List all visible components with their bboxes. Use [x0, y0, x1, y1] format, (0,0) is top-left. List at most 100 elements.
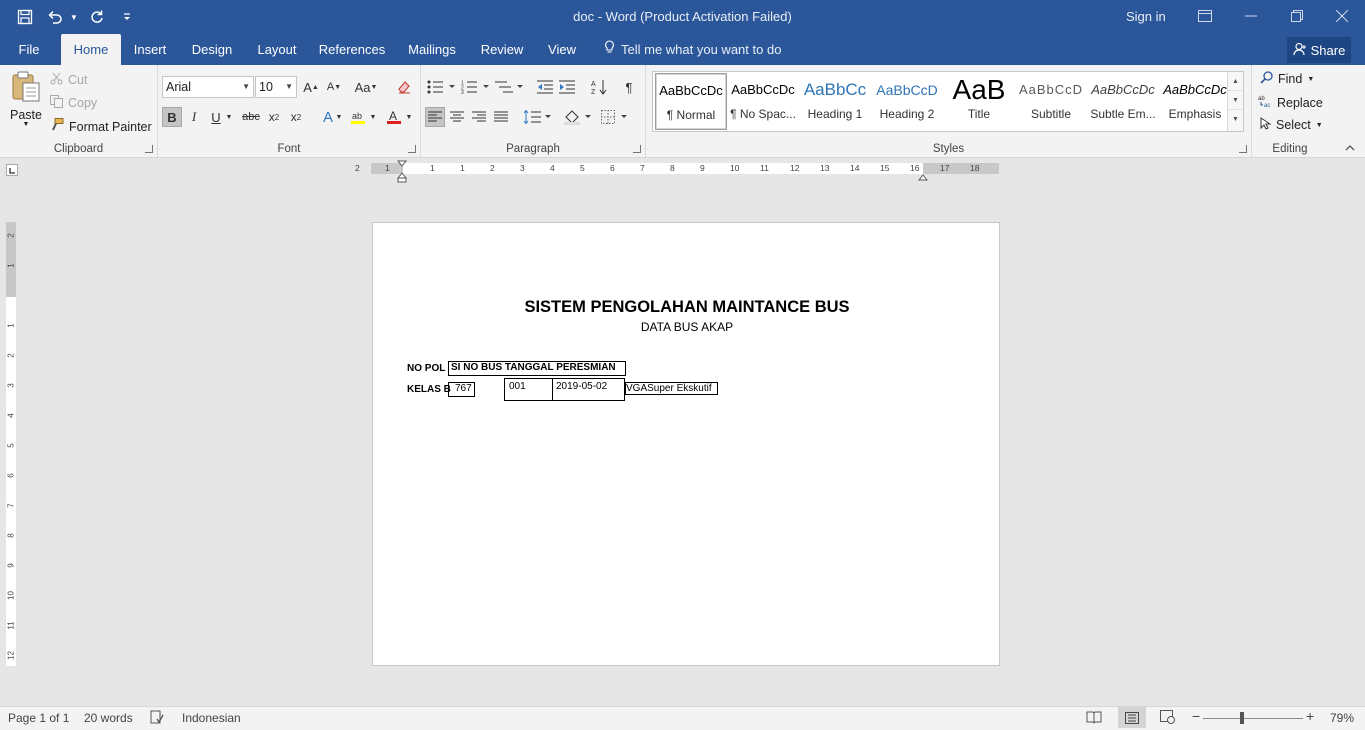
numbering-icon[interactable]: 123: [461, 77, 491, 97]
paste-label: Paste: [10, 108, 42, 122]
document-page[interactable]: SISTEM PENGOLAHAN MAINTANCE BUS DATA BUS…: [372, 222, 1000, 666]
field-nopol[interactable]: 767: [448, 382, 475, 397]
paste-dropdown-icon[interactable]: ▼: [23, 121, 30, 128]
bold-icon[interactable]: B: [162, 107, 182, 127]
zoom-out-icon[interactable]: −: [1192, 708, 1200, 724]
gallery-scroll-down-icon[interactable]: ▼: [1228, 91, 1243, 110]
share-button[interactable]: Share: [1287, 37, 1351, 63]
clipboard-launcher-icon[interactable]: [145, 145, 153, 153]
multilevel-list-icon[interactable]: [495, 77, 525, 97]
sort-icon[interactable]: AZ: [589, 77, 609, 97]
show-formatting-marks-icon[interactable]: ¶: [619, 77, 639, 97]
tab-insert[interactable]: Insert: [127, 34, 173, 65]
increase-indent-icon[interactable]: [557, 77, 577, 97]
tab-references[interactable]: References: [316, 34, 388, 65]
underline-icon[interactable]: U: [206, 107, 226, 127]
restore-icon[interactable]: [1274, 0, 1320, 32]
font-size-select[interactable]: 10 ▼: [255, 76, 297, 98]
web-layout-icon[interactable]: [1160, 710, 1176, 727]
ruler-number: 6: [610, 163, 615, 173]
tab-selector-icon[interactable]: [6, 164, 18, 176]
font-color-dropdown-icon[interactable]: ▼: [404, 107, 414, 127]
vertical-ruler[interactable]: 2 1 1 2 3 4 5 6 7 8 9 10 11 12: [6, 222, 16, 666]
zoom-slider-thumb[interactable]: [1240, 712, 1244, 724]
gallery-scroll-up-icon[interactable]: ▲: [1228, 72, 1243, 91]
grow-font-icon[interactable]: A ▲: [301, 77, 321, 97]
gallery-more-icon[interactable]: ▼: [1228, 110, 1243, 129]
header-field-box[interactable]: SI NO BUS TANGGAL PERESMIAN: [448, 361, 626, 376]
style-subtitle[interactable]: AaBbCcD Subtitle: [1015, 73, 1087, 130]
style-normal[interactable]: AaBbCcDc ¶ Normal: [655, 73, 727, 130]
cut-button[interactable]: Cut: [50, 72, 87, 88]
align-right-icon[interactable]: [469, 107, 489, 127]
proofing-icon[interactable]: [150, 710, 164, 727]
select-button[interactable]: Select ▼: [1260, 117, 1323, 133]
shrink-font-icon[interactable]: A ▼: [324, 77, 344, 97]
font-launcher-icon[interactable]: [408, 145, 416, 153]
collapse-ribbon-icon[interactable]: [1345, 143, 1355, 154]
tab-mailings[interactable]: Mailings: [402, 34, 462, 65]
text-effects-dropdown-icon[interactable]: ▼: [334, 107, 344, 127]
style-preview: AaBbCcDc: [1163, 82, 1227, 97]
close-icon[interactable]: [1319, 0, 1365, 32]
tab-home[interactable]: Home: [61, 34, 121, 65]
style-no-spacing[interactable]: AaBbCcDc ¶ No Spac...: [727, 73, 799, 130]
person-icon: [1293, 42, 1307, 59]
field-kelas[interactable]: VGASuper Ekskutif: [625, 382, 718, 395]
paragraph-launcher-icon[interactable]: [633, 145, 641, 153]
format-painter-button[interactable]: Format Painter: [50, 118, 152, 135]
highlight-icon[interactable]: ab: [348, 107, 368, 127]
first-line-indent-icon[interactable]: [396, 160, 408, 187]
tab-design[interactable]: Design: [186, 34, 238, 65]
clear-formatting-icon[interactable]: [394, 77, 414, 97]
align-left-icon[interactable]: [425, 107, 445, 127]
shading-icon[interactable]: [563, 107, 593, 127]
style-heading-2[interactable]: AaBbCcD Heading 2: [871, 73, 943, 130]
tab-review[interactable]: Review: [476, 34, 528, 65]
tell-me-box[interactable]: Tell me what you want to do: [604, 34, 781, 65]
horizontal-ruler[interactable]: 2 1 1 1 2 3 4 5 6 7 8 9 10 11 12 13 14 15 16 17 18: [355, 163, 999, 174]
tab-view[interactable]: View: [541, 34, 583, 65]
copy-button[interactable]: Copy: [50, 95, 97, 111]
word-count[interactable]: 20 words: [84, 711, 133, 725]
strikethrough-icon[interactable]: abc: [240, 107, 262, 127]
print-layout-icon[interactable]: [1118, 707, 1146, 728]
sign-in-link[interactable]: Sign in: [1126, 9, 1166, 24]
right-indent-icon[interactable]: [917, 170, 929, 184]
paste-button[interactable]: Paste ▼: [8, 71, 44, 128]
decrease-indent-icon[interactable]: [535, 77, 555, 97]
tab-layout[interactable]: Layout: [252, 34, 302, 65]
justify-icon[interactable]: [491, 107, 511, 127]
page-count[interactable]: Page 1 of 1: [8, 711, 69, 725]
font-color-icon[interactable]: A: [384, 107, 404, 127]
font-family-select[interactable]: Arial ▼: [162, 76, 254, 98]
tab-file[interactable]: File: [8, 34, 50, 65]
style-heading-1[interactable]: AaBbCc Heading 1: [799, 73, 871, 130]
zoom-in-icon[interactable]: +: [1306, 708, 1314, 724]
zoom-level[interactable]: 79%: [1330, 711, 1354, 725]
zoom-slider-track[interactable]: [1203, 718, 1303, 719]
minimize-icon[interactable]: [1228, 0, 1274, 32]
superscript-icon[interactable]: x2: [286, 107, 306, 127]
style-title[interactable]: AaB Title: [943, 73, 1015, 130]
italic-icon[interactable]: I: [184, 107, 204, 127]
align-center-icon[interactable]: [447, 107, 467, 127]
language[interactable]: Indonesian: [182, 711, 241, 725]
styles-launcher-icon[interactable]: [1239, 145, 1247, 153]
style-subtle-emphasis[interactable]: AaBbCcDc Subtle Em...: [1087, 73, 1159, 130]
svg-text:ac: ac: [1264, 103, 1270, 108]
subscript-icon[interactable]: x2: [264, 107, 284, 127]
find-button[interactable]: Find ▼: [1260, 71, 1314, 87]
borders-icon[interactable]: [601, 107, 631, 127]
change-case-icon[interactable]: Aa ▼: [352, 77, 380, 97]
ribbon-display-options-icon[interactable]: [1182, 0, 1228, 32]
highlight-dropdown-icon[interactable]: ▼: [368, 107, 378, 127]
replace-button[interactable]: ab ac Replace: [1258, 94, 1323, 111]
line-spacing-icon[interactable]: [523, 107, 553, 127]
field-nobus[interactable]: 001: [504, 378, 553, 401]
read-mode-icon[interactable]: [1086, 710, 1102, 727]
style-emphasis[interactable]: AaBbCcDc Emphasis: [1159, 73, 1231, 130]
underline-dropdown-icon[interactable]: ▼: [224, 107, 234, 127]
bullets-icon[interactable]: [427, 77, 457, 97]
field-tanggal[interactable]: 2019-05-02: [552, 378, 625, 401]
